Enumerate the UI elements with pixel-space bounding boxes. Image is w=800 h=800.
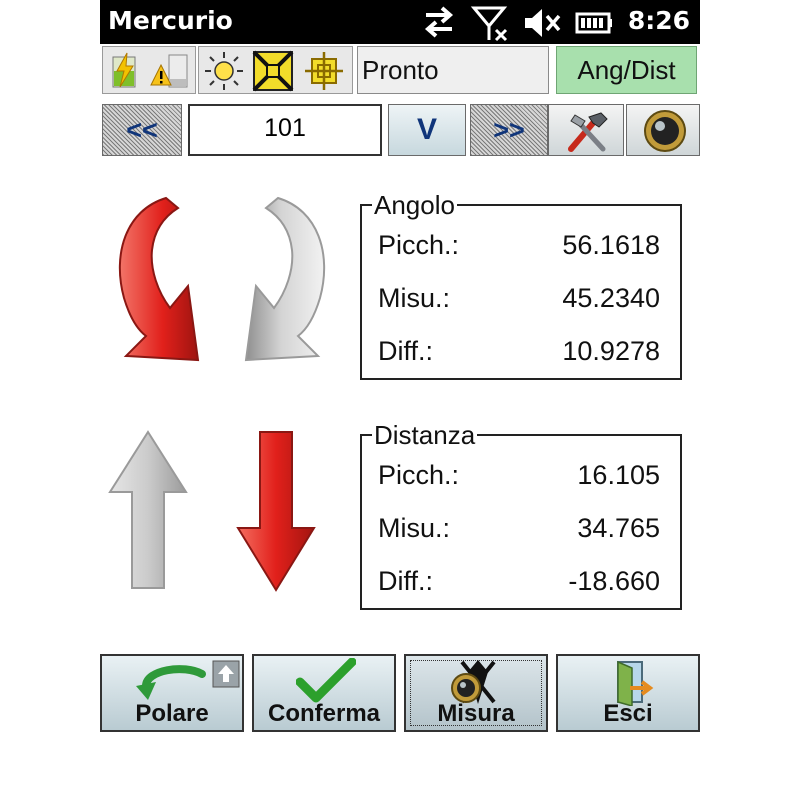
row-label: Picch.: (378, 230, 460, 260)
row-value: -18.660 (568, 566, 660, 596)
angle-difference-row: Diff.: 10.9278 (378, 336, 660, 376)
distance-group-title: Distanza (372, 420, 478, 451)
clock: 8:26 (627, 6, 690, 35)
move-down-arrow-icon (236, 431, 316, 592)
distance-difference-row: Diff.: -18.660 (378, 566, 660, 606)
distance-staked-row: Picch.: 16.105 (378, 460, 660, 500)
row-label: Picch.: (378, 460, 460, 490)
battery-charge-icon (112, 52, 136, 88)
conferma-button[interactable]: Conferma (252, 654, 396, 732)
rotate-right-arrow-icon (244, 196, 326, 362)
prism-lens-icon (644, 110, 686, 152)
row-value: 16.105 (577, 460, 660, 490)
row-label: Diff.: (378, 336, 434, 366)
previous-point-button[interactable]: << (102, 104, 182, 156)
distance-measured-row: Misu.: 34.765 (378, 513, 660, 553)
row-value: 34.765 (577, 513, 660, 543)
sun-icon (205, 52, 243, 90)
angle-measured-row: Misu.: 45.2340 (378, 283, 660, 323)
row-value: 10.9278 (562, 336, 660, 366)
tools-button[interactable] (548, 104, 624, 156)
angle-group-title: Angolo (372, 190, 457, 221)
distance-group: Distanza Picch.: 16.105 Misu.: 34.765 Di… (360, 420, 682, 610)
misura-label: Misura (437, 700, 515, 727)
target-icon (252, 50, 294, 92)
angle-staked-row: Picch.: 56.1618 (378, 230, 660, 270)
tools-icon (568, 112, 608, 152)
mute-icon (525, 9, 561, 37)
esci-label: Esci (603, 700, 653, 727)
app-title: Mercurio (108, 6, 233, 35)
prism-icon (305, 52, 343, 90)
battery-icon (575, 12, 612, 34)
row-value: 45.2340 (562, 283, 660, 313)
status-field: Pronto (357, 46, 549, 94)
check-icon (296, 658, 356, 703)
row-label: Misu.: (378, 513, 451, 543)
polare-label: Polare (135, 700, 209, 727)
status-toolbar: Pronto Ang/Dist (100, 46, 700, 96)
angle-group: Angolo Picch.: 56.1618 Misu.: 45.2340 Di… (360, 190, 682, 380)
no-signal-icon (470, 6, 508, 42)
row-value: 56.1618 (562, 230, 660, 260)
conferma-label: Conferma (267, 700, 381, 727)
navigation-toolbar: << 101 V >> (100, 104, 700, 158)
rotate-left-arrow-icon (118, 196, 200, 362)
power-status[interactable] (102, 46, 196, 94)
move-up-arrow-icon (108, 430, 188, 589)
status-bar: Mercurio 8:26 (100, 0, 700, 44)
esci-button[interactable]: Esci (556, 654, 700, 732)
polar-rotate-icon (136, 665, 206, 700)
mode-button[interactable]: Ang/Dist (556, 46, 697, 94)
row-label: Diff.: (378, 566, 434, 596)
arrow-up-icon (212, 660, 240, 688)
prism-lens-button[interactable] (626, 104, 700, 156)
v-button[interactable]: V (388, 104, 466, 156)
app-screen: Mercurio 8:26 Pronto Ang/Dist << 101 V >… (100, 0, 700, 800)
polare-button[interactable]: Polare (100, 654, 244, 732)
next-point-button[interactable]: >> (470, 104, 548, 156)
instrument-status[interactable] (198, 46, 353, 94)
misura-button[interactable]: Misura (404, 654, 548, 732)
row-label: Misu.: (378, 283, 451, 313)
transfer-icon (424, 6, 454, 38)
measure-prism-icon (451, 660, 496, 704)
point-number-field[interactable]: 101 (188, 104, 382, 156)
battery-warning-icon (150, 54, 188, 88)
